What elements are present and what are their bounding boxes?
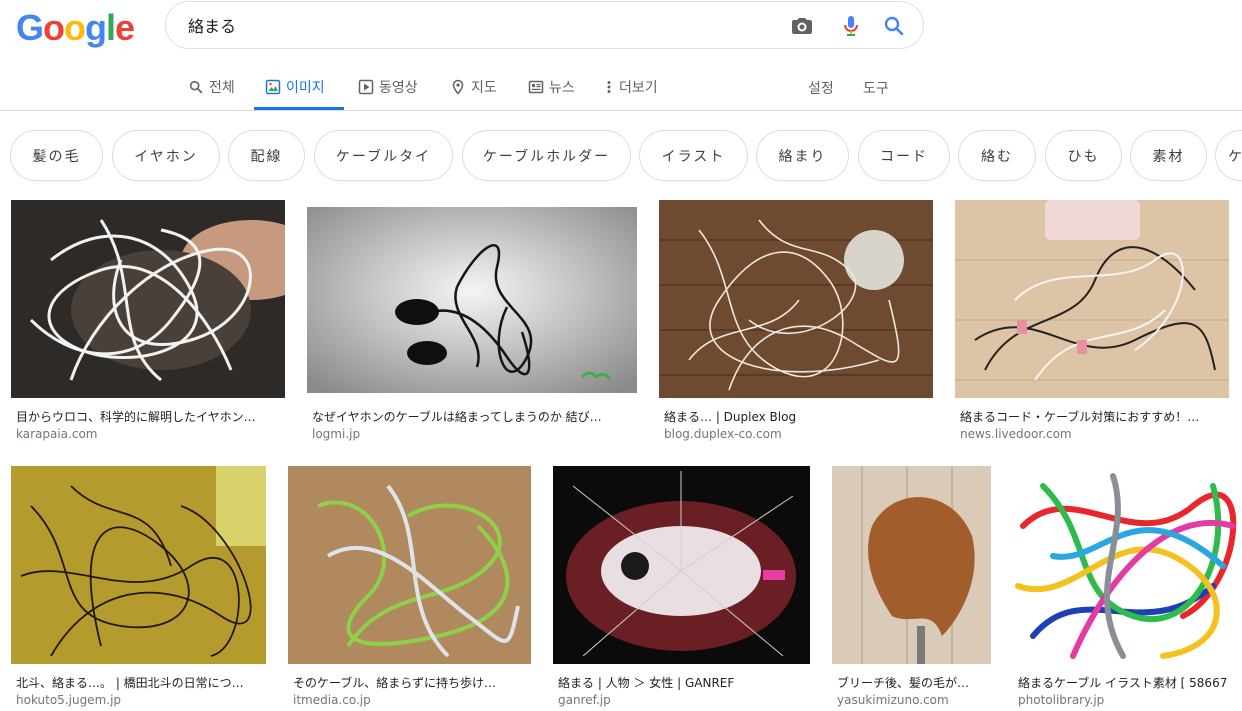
image-result[interactable]: ブリーチ後、髪の毛が… yasukimizuno.com (832, 466, 991, 711)
result-site: karapaia.com (16, 427, 98, 441)
result-site: yasukimizuno.com (837, 693, 949, 707)
image-result[interactable]: 目からウロコ、科学的に解明したイヤホン… karapaia.com (11, 200, 285, 445)
image-icon (265, 79, 281, 95)
mic-icon[interactable] (839, 14, 863, 38)
result-title: そのケーブル、絡まらずに持ち歩け… (293, 676, 497, 690)
result-title: 絡まるコード・ケーブル対策におすすめ！… (960, 410, 1200, 424)
chip-related-search[interactable]: ケーブルホルダー (462, 130, 631, 181)
image-result[interactable]: 絡まる | 人物 ＞ 女性 | GANREF ganref.jp (553, 466, 810, 711)
more-vert-icon (607, 81, 611, 93)
search-icon (189, 80, 203, 94)
news-icon (528, 80, 544, 94)
image-result[interactable]: 絡まる… | Duplex Blog blog.duplex-co.com (659, 200, 933, 445)
tab-all[interactable]: 전체 (188, 76, 235, 98)
image-result[interactable]: 北斗、絡まる…。 | 橋田北斗の日常につ… hokuto5.jugem.jp (11, 466, 266, 711)
result-thumbnail (955, 200, 1229, 398)
result-site: photolibrary.jp (1018, 693, 1105, 707)
tab-label: 지도 (471, 80, 497, 96)
logo-letter: o (43, 7, 65, 48)
result-thumbnail (11, 200, 285, 398)
result-title: なぜイヤホンのケーブルは絡まってしまうのか 結び… (312, 410, 602, 424)
search-box (165, 1, 924, 49)
chip-related-search[interactable]: コード (858, 130, 950, 181)
image-result[interactable]: そのケーブル、絡まらずに持ち歩け… itmedia.co.jp (288, 466, 531, 711)
image-result[interactable]: 絡まるケーブル イラスト素材 [ 58667 photolibrary.jp (1013, 466, 1242, 711)
result-site: hokuto5.jugem.jp (16, 693, 122, 707)
tab-label: 전체 (209, 80, 235, 96)
result-thumbnail (288, 466, 531, 664)
result-title: 絡まる… | Duplex Blog (664, 410, 797, 424)
chip-related-search[interactable]: 髪の毛 (10, 130, 103, 181)
chip-related-search[interactable]: ケ (1215, 130, 1242, 181)
result-site: logmi.jp (312, 427, 361, 441)
chip-related-search[interactable]: イヤホン (112, 130, 220, 181)
video-icon (358, 79, 374, 95)
logo-letter: l (106, 7, 116, 48)
camera-icon[interactable] (790, 14, 814, 38)
tab-label: 이미지 (286, 80, 325, 96)
chip-related-search[interactable]: ケーブルタイ (314, 130, 453, 181)
tools-link[interactable]: 도구 (863, 78, 889, 98)
result-thumbnail (553, 466, 810, 664)
result-thumbnail (1013, 466, 1242, 664)
image-result[interactable]: 絡まるコード・ケーブル対策におすすめ！… news.livedoor.com (955, 200, 1229, 445)
result-title: ブリーチ後、髪の毛が… (837, 676, 970, 690)
chip-related-search[interactable]: 絡む (958, 130, 1036, 181)
settings-link[interactable]: 설정 (808, 78, 834, 98)
result-title: 絡まるケーブル イラスト素材 [ 58667 (1018, 676, 1228, 690)
chip-related-search[interactable]: 配線 (228, 130, 305, 181)
chip-related-search[interactable]: ひも (1045, 130, 1122, 181)
tab-news[interactable]: 뉴스 (528, 76, 575, 98)
tab-maps[interactable]: 지도 (450, 76, 497, 98)
result-site: blog.duplex-co.com (664, 427, 782, 441)
chip-related-search[interactable]: 絡まり (756, 130, 849, 181)
result-thumbnail (307, 207, 637, 393)
search-input[interactable] (188, 13, 748, 37)
logo-letter: G (16, 7, 44, 48)
result-site: news.livedoor.com (960, 427, 1072, 441)
result-thumbnail (659, 200, 933, 398)
tab-images[interactable]: 이미지 (265, 76, 325, 98)
result-site: ganref.jp (558, 693, 611, 707)
logo-letter: g (85, 7, 107, 48)
result-title: 絡まる | 人物 ＞ 女性 | GANREF (558, 676, 735, 690)
logo-letter: e (115, 7, 135, 48)
tab-label: 동영상 (379, 80, 418, 96)
result-site: itmedia.co.jp (293, 693, 371, 707)
result-title: 目からウロコ、科学的に解明したイヤホン… (16, 410, 256, 424)
search-icon[interactable] (882, 14, 906, 38)
tab-more[interactable]: 더보기 (604, 76, 658, 98)
tab-videos[interactable]: 동영상 (358, 76, 418, 98)
header-divider (0, 110, 1242, 111)
image-result[interactable]: なぜイヤホンのケーブルは絡まってしまうのか 結び… logmi.jp (307, 200, 637, 445)
tab-label: 더보기 (619, 80, 658, 96)
chip-related-search[interactable]: 素材 (1130, 130, 1207, 181)
google-logo[interactable]: Google (16, 7, 135, 48)
logo-letter: o (64, 7, 86, 48)
tab-label: 뉴스 (549, 80, 575, 96)
map-pin-icon (452, 79, 464, 95)
chip-related-search[interactable]: イラスト (639, 130, 748, 181)
result-title: 北斗、絡まる…。 | 橋田北斗の日常につ… (16, 676, 244, 690)
result-thumbnail (11, 466, 266, 664)
result-thumbnail (832, 466, 991, 664)
